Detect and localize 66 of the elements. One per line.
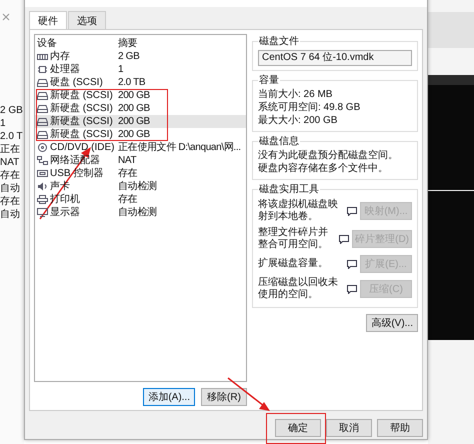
device-row[interactable]: USB 控制器 存在 xyxy=(35,167,246,180)
summary-text: NAT xyxy=(0,157,20,170)
info-text: 没有为此硬盘预分配磁盘空间。 xyxy=(258,149,399,162)
summary-text: 2 GB xyxy=(0,105,23,118)
remove-button[interactable]: 移除(R) xyxy=(201,388,247,406)
device-name: USB 控制器 xyxy=(50,168,104,178)
summary-text: 存在 xyxy=(0,170,21,182)
device-summary: 200 GB xyxy=(118,116,151,126)
advanced-button[interactable]: 高级(V)... xyxy=(366,314,418,332)
device-summary: 200 GB xyxy=(118,90,151,100)
device-name: 新硬盘 (SCSI) xyxy=(50,130,113,140)
tool-description: 扩展磁盘容量。 xyxy=(258,258,329,270)
tab[interactable]: 选项 xyxy=(68,11,106,29)
device-summary: 200 GB xyxy=(118,104,151,114)
column-header: 摘要 xyxy=(118,38,138,48)
device-summary: NAT xyxy=(118,156,138,166)
tab[interactable]: 硬件 xyxy=(29,11,67,29)
group-title: 磁盘文件 xyxy=(258,34,300,48)
device-summary: 200 GB xyxy=(118,130,151,140)
device-row[interactable]: CD/DVD (IDE) 正在使用文件 D:\anquan\网... xyxy=(35,141,246,154)
file-field[interactable]: CentOS 7 64 位-10.vmdk xyxy=(258,50,412,66)
device-row[interactable]: 新硬盘 (SCSI) 200 GB xyxy=(35,115,246,128)
add-button[interactable]: 添加(A)... xyxy=(143,388,195,406)
group-title: 磁盘实用工具 xyxy=(258,182,320,196)
device-name: 硬盘 (SCSI) xyxy=(50,78,103,88)
device-row[interactable]: 新硬盘 (SCSI) 200 GB xyxy=(35,89,246,102)
capacity-text: 最大大小: 200 GB xyxy=(258,114,338,127)
summary-text: 自动 xyxy=(0,209,21,222)
capacity-text: 当前大小: 26 MB xyxy=(258,88,334,101)
column-header: 设备 xyxy=(37,38,58,48)
device-row[interactable]: 显示器 自动检测 xyxy=(35,206,246,219)
tool-description: 将该虚拟机磁盘映射到本地卷。 xyxy=(258,199,339,223)
ok-button[interactable]: 确定 xyxy=(275,419,321,437)
device-summary: 存在 xyxy=(118,168,138,178)
device-name: CD/DVD (IDE) xyxy=(50,142,114,152)
device-name: 新硬盘 (SCSI) xyxy=(50,90,113,100)
device-name: 新硬盘 (SCSI) xyxy=(50,116,113,126)
group-title: 容量 xyxy=(258,74,280,87)
device-name: 显示器 xyxy=(50,208,80,218)
device-name: 处理器 xyxy=(50,64,80,74)
device-name: 新硬盘 (SCSI) xyxy=(50,104,113,114)
device-row[interactable]: 硬盘 (SCSI) 2.0 TB xyxy=(35,76,246,89)
cancel-button[interactable]: 取消 xyxy=(326,419,372,437)
device-row[interactable]: 新硬盘 (SCSI) 200 GB xyxy=(35,102,246,115)
tool-description: 压缩磁盘以回收未使用的空间。 xyxy=(258,277,339,301)
device-row[interactable]: 内存 2 GB xyxy=(35,50,246,63)
device-summary: 存在 xyxy=(118,194,138,204)
tool-description: 整理文件碎片并整合可用空间。 xyxy=(258,227,329,251)
device-summary: 1 xyxy=(118,64,124,74)
device-row[interactable]: 处理器 1 xyxy=(35,63,246,76)
device-summary: 2.0 TB xyxy=(118,78,146,88)
info-text: 硬盘内容存储在多个文件中。 xyxy=(258,162,389,175)
summary-text: 存在 xyxy=(0,196,21,208)
device-summary: 自动检测 xyxy=(118,208,158,218)
device-summary: 2 GB xyxy=(118,52,140,62)
device-summary: 正在使用文件 D:\anquan\网... xyxy=(118,142,242,152)
device-name: 内存 xyxy=(50,52,70,62)
summary-text: 1 xyxy=(0,118,7,130)
device-row[interactable]: 新硬盘 (SCSI) 200 GB xyxy=(35,128,246,141)
help-button[interactable]: 帮助 xyxy=(377,419,423,437)
summary-text: 2.0 T xyxy=(0,131,23,144)
capacity-text: 系统可用空间: 49.8 GB xyxy=(258,101,362,114)
summary-text: 自动 xyxy=(0,183,21,196)
summary-text: 正在 xyxy=(0,144,21,156)
device-summary: 自动检测 xyxy=(118,182,158,192)
group-title: 磁盘信息 xyxy=(258,134,300,148)
